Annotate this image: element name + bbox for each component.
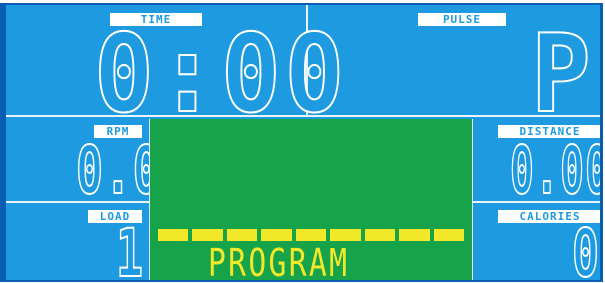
load-value: 1 — [115, 215, 145, 282]
level-bar — [261, 229, 292, 241]
pulse-label: PULSE — [418, 13, 506, 26]
program-text: PROGRAM — [208, 241, 350, 282]
level-bar — [330, 229, 361, 241]
pulse-value: P — [530, 12, 593, 137]
level-bar — [399, 229, 430, 241]
level-bar — [226, 229, 258, 241]
level-bar — [433, 229, 464, 241]
program-level-bars — [158, 229, 464, 241]
distance-value: 0.00 — [509, 132, 603, 209]
program-dot-matrix: PROGRAM — [149, 119, 473, 282]
exercise-console-display: TIME 0:00 PULSE P RPM 0.0 DISTANCE 0.00 … — [0, 3, 603, 282]
level-bar — [192, 229, 223, 241]
calories-value: 0 — [571, 215, 601, 282]
level-bar — [295, 229, 327, 241]
level-bar — [364, 229, 396, 241]
level-bar — [158, 229, 189, 241]
time-value: 0:00 — [93, 12, 349, 137]
